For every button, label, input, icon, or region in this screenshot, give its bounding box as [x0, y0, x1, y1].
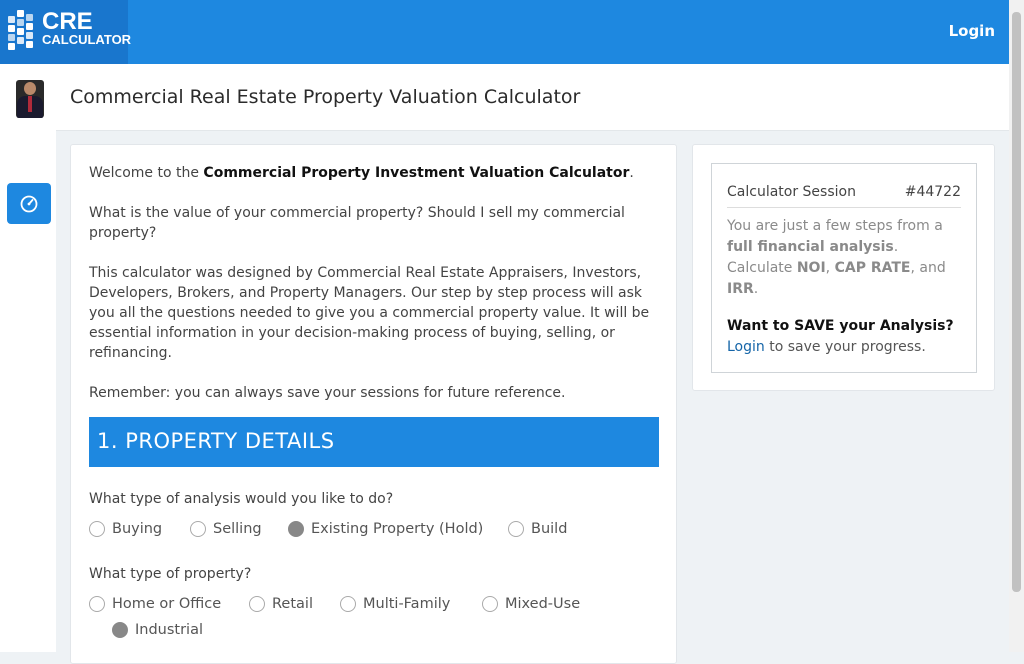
section-header: 1. PROPERTY DETAILS: [89, 417, 659, 467]
session-id: #44722: [904, 184, 961, 200]
radio-property-home-office[interactable]: Home or Office: [89, 596, 221, 612]
dashboard-button[interactable]: [7, 183, 51, 224]
session-description: You are just a few steps from a full fin…: [727, 218, 946, 297]
login-button[interactable]: Login: [949, 22, 995, 40]
session-card: Calculator Session #44722 You are just a…: [692, 144, 995, 391]
page-header: Commercial Real Estate Property Valuatio…: [56, 64, 1009, 131]
intro-about-text: This calculator was designed by Commerci…: [89, 265, 650, 361]
radio-circle[interactable]: [340, 596, 356, 612]
page-title: Commercial Real Estate Property Valuatio…: [70, 86, 581, 108]
radio-analysis-buying[interactable]: Buying: [89, 521, 162, 537]
save-analysis-heading: Want to SAVE your Analysis?: [727, 318, 954, 334]
analysis-question: What type of analysis would you like to …: [89, 491, 394, 507]
page-scrollbar[interactable]: [1009, 0, 1024, 652]
radio-circle[interactable]: [190, 521, 206, 537]
speedometer-icon: [20, 195, 38, 213]
logo-text-cre: CRE: [42, 8, 93, 35]
main-card: Welcome to the Commercial Property Inves…: [70, 144, 677, 664]
radio-analysis-build[interactable]: Build: [508, 521, 567, 537]
session-panel: Calculator Session #44722 You are just a…: [711, 163, 977, 373]
intro-question-text: What is the value of your commercial pro…: [89, 205, 625, 241]
radio-property-mixed-use[interactable]: Mixed-Use: [482, 596, 580, 612]
radio-property-industrial[interactable]: Industrial: [112, 622, 203, 638]
property-type-question: What type of property?: [89, 566, 252, 582]
section-title: 1. PROPERTY DETAILS: [97, 429, 335, 453]
sidebar: [0, 64, 56, 652]
radio-property-multi-family[interactable]: Multi-Family: [340, 596, 450, 612]
session-label: Calculator Session: [727, 184, 856, 200]
session-login-link[interactable]: Login: [727, 339, 765, 355]
avatar[interactable]: [16, 80, 44, 118]
scrollbar-thumb[interactable]: [1012, 12, 1021, 592]
radio-analysis-existing-hold[interactable]: Existing Property (Hold): [288, 521, 483, 537]
radio-circle[interactable]: [89, 596, 105, 612]
radio-analysis-selling[interactable]: Selling: [190, 521, 262, 537]
top-navbar: CRE CALCULATOR Login: [0, 0, 1009, 64]
radio-circle[interactable]: [288, 521, 304, 537]
radio-circle[interactable]: [89, 521, 105, 537]
radio-circle[interactable]: [508, 521, 524, 537]
save-progress-text: Login to save your progress.: [727, 339, 926, 355]
welcome-text: Welcome to the Commercial Property Inves…: [89, 165, 634, 181]
radio-circle[interactable]: [249, 596, 265, 612]
radio-circle[interactable]: [482, 596, 498, 612]
remember-text: Remember: you can always save your sessi…: [89, 385, 566, 401]
building-blocks-icon: [8, 10, 38, 52]
logo-text-calculator: CALCULATOR: [42, 32, 132, 47]
radio-property-retail[interactable]: Retail: [249, 596, 313, 612]
session-header: Calculator Session #44722: [727, 184, 961, 208]
app-logo[interactable]: CRE CALCULATOR: [0, 0, 132, 64]
radio-circle[interactable]: [112, 622, 128, 638]
